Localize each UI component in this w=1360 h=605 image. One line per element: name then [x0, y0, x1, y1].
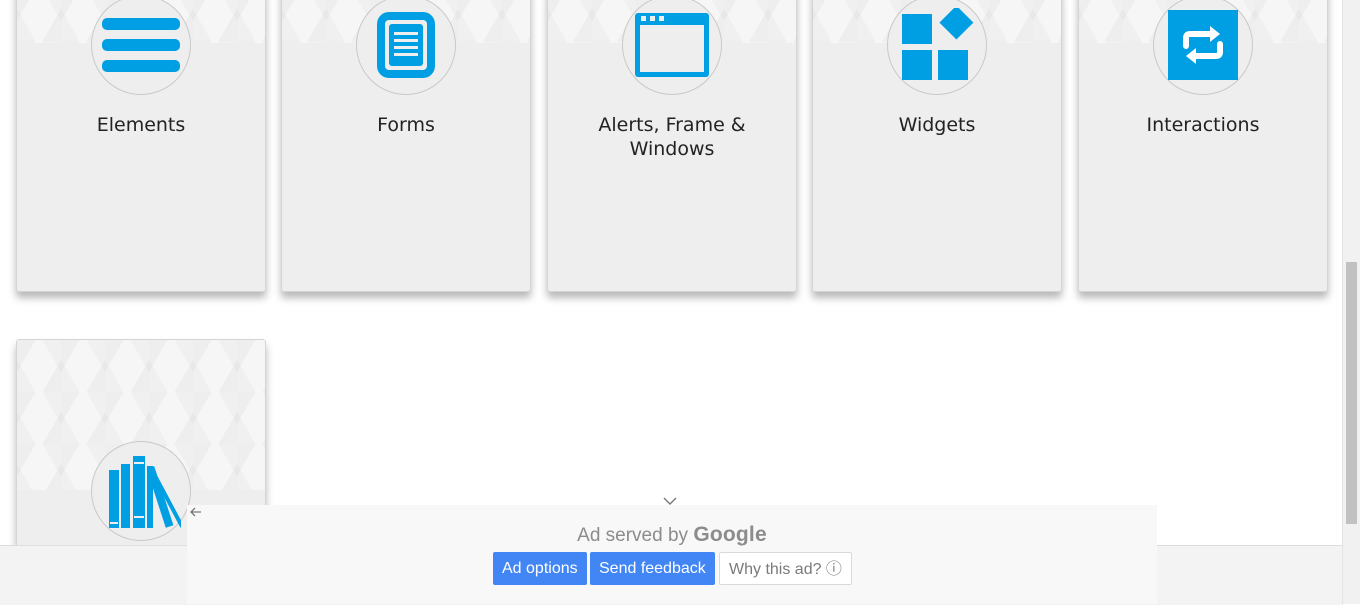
card-alerts-frame-windows[interactable]: Alerts, Frame & Windows: [547, 0, 797, 292]
card-title: Alerts, Frame & Windows: [598, 114, 746, 160]
send-feedback-button[interactable]: Send feedback: [590, 552, 715, 585]
vertical-scrollbar[interactable]: [1342, 0, 1360, 604]
card-widgets[interactable]: Widgets: [812, 0, 1062, 292]
browser-window-icon: [633, 11, 711, 79]
card-elements[interactable]: Elements: [16, 0, 266, 292]
card-avatar: [622, 0, 722, 95]
ad-options-button[interactable]: Ad options: [493, 552, 587, 585]
card-title: Elements: [96, 114, 186, 136]
widgets-grid-icon: [900, 8, 974, 82]
card-avatar: [356, 0, 456, 95]
hamburger-menu-icon: [101, 10, 181, 80]
ad-served-by-text: Ad served by Google: [187, 523, 1157, 547]
scrollbar-thumb[interactable]: [1346, 262, 1357, 524]
why-this-ad-button[interactable]: Why this ad? ⓘ: [719, 552, 852, 585]
card-title: Widgets: [898, 114, 976, 136]
card-title: Forms: [377, 114, 435, 136]
google-logo: Google: [693, 523, 767, 546]
card-avatar: [887, 0, 987, 95]
document-icon: [375, 10, 437, 80]
card-avatar: [91, 0, 191, 95]
back-arrow-icon[interactable]: [190, 506, 202, 521]
card-title: Interactions: [1146, 114, 1260, 136]
card-forms[interactable]: Forms: [281, 0, 531, 292]
card-avatar: [91, 441, 191, 541]
card-avatar: [1153, 0, 1253, 95]
ad-panel: Ad served by Google Ad options Send feed…: [187, 505, 1157, 604]
swap-arrows-icon: [1168, 10, 1238, 80]
card-interactions[interactable]: Interactions: [1078, 0, 1328, 292]
ad-served-label: Ad served by: [577, 525, 694, 546]
books-icon: [101, 452, 181, 530]
